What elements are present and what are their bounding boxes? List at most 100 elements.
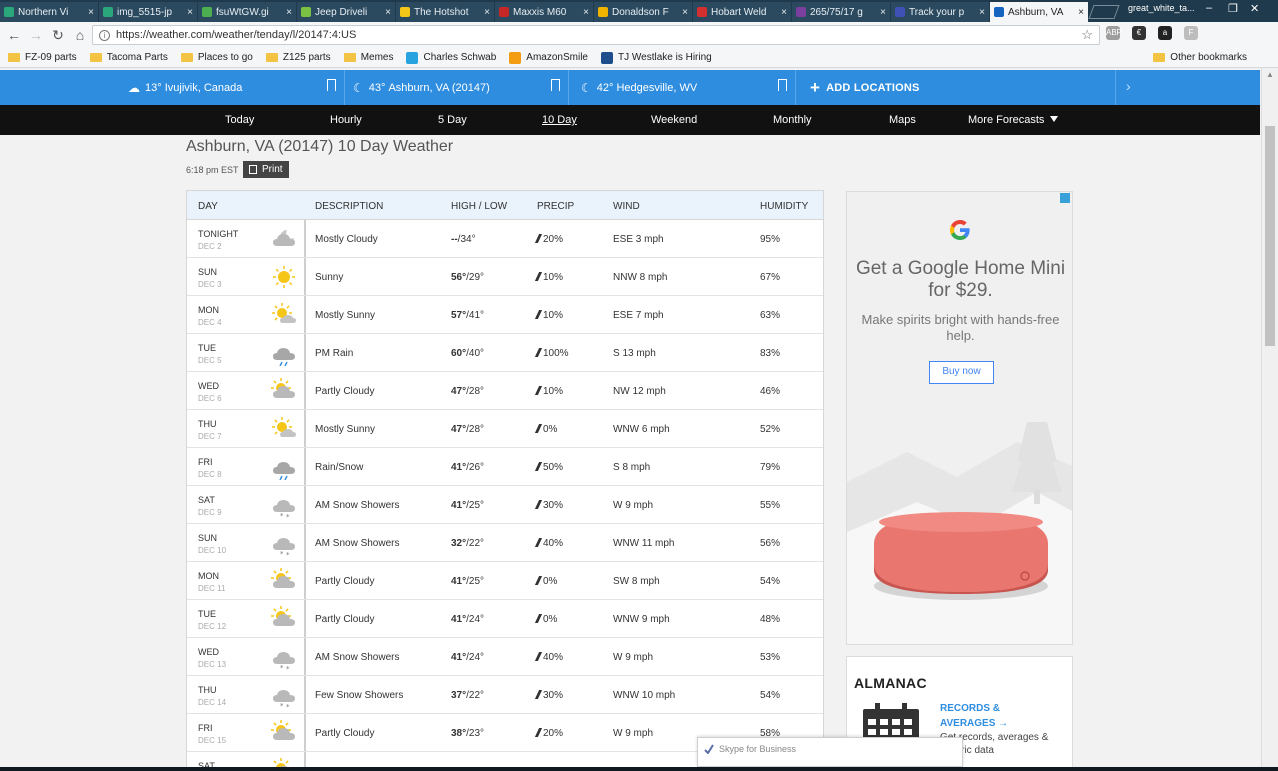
forecast-row[interactable]: MON DEC 4 Mostly Sunny 57°/41° 10% ESE 7 mph 6… [187, 296, 823, 334]
humidity: 79% [760, 462, 781, 473]
bookmark-icon[interactable] [551, 79, 560, 95]
humidity: 52% [760, 424, 781, 435]
forecast-row[interactable]: FRI DEC 8 Rain/Snow 41°/26° 50% S 8 mph 79% [187, 448, 823, 486]
bookmark-star-icon[interactable]: ☆ [1081, 27, 1093, 43]
browser-tab[interactable]: Track your p × [891, 2, 989, 22]
nav-item-5-day[interactable]: 5 Day [438, 114, 467, 126]
reload-button[interactable]: ↻ [47, 27, 69, 44]
browser-tab[interactable]: Maxxis M60 × [495, 2, 593, 22]
folder-icon [343, 53, 356, 62]
extension-icon[interactable]: ABP [1106, 26, 1122, 40]
day-date: DEC 8 [198, 470, 222, 479]
bookmark-item[interactable]: Z125 parts [265, 52, 331, 63]
info-icon[interactable]: i [99, 29, 110, 41]
partly-cloudy-icon [271, 720, 295, 740]
close-tab-icon[interactable]: × [880, 7, 886, 18]
forecast-row[interactable]: THU DEC 7 Mostly Sunny 47°/28° 0% WNW 6 mph 52… [187, 410, 823, 448]
browser-tab[interactable]: The Hotshot × [396, 2, 494, 22]
favicon-icon [103, 7, 113, 17]
extension-icon[interactable]: € [1132, 26, 1146, 40]
back-button[interactable]: ← [3, 27, 25, 43]
browser-tab[interactable]: 265/75/17 g × [792, 2, 890, 22]
forecast-row[interactable]: THU DEC 14 * * Few Snow Showers 37°/22° 30% WNW… [187, 676, 823, 714]
close-tab-icon[interactable]: × [484, 7, 490, 18]
records-averages-link[interactable]: RECORDS & AVERAGES → [940, 701, 1030, 731]
location-ivujivik[interactable]: ☁ 13° Ivujivik, Canada [0, 70, 345, 105]
forecast-row[interactable]: SUN DEC 10 * * AM Snow Showers 32°/22° 40% WNW … [187, 524, 823, 562]
bookmark-icon[interactable] [327, 79, 336, 95]
close-tab-icon[interactable]: × [385, 7, 391, 18]
close-tab-icon[interactable]: × [88, 7, 94, 18]
ad-subtext: Make spirits bright with hands-free help… [861, 312, 1060, 343]
location-hedgesville[interactable]: ☾ 42° Hedgesville, WV [569, 70, 796, 105]
bookmark-icon[interactable] [778, 79, 787, 95]
nav-item-monthly[interactable]: Monthly [773, 114, 812, 126]
bookmark-item[interactable]: Charles Schwab [406, 51, 496, 64]
add-locations-button[interactable]: + ADD LOCATIONS [796, 70, 1116, 105]
nav-item-hourly[interactable]: Hourly [330, 114, 362, 126]
forecast-row[interactable]: WED DEC 13 * * AM Snow Showers 41°/24° 40% W 9 … [187, 638, 823, 676]
location-ashburn[interactable]: ☾ 43° Ashburn, VA (20147) [345, 70, 569, 105]
browser-tab[interactable]: Hobart Weld × [693, 2, 791, 22]
forecast-row[interactable]: TUE DEC 5 PM Rain 60°/40° 100% S 13 mph 83% [187, 334, 823, 372]
other-bookmarks[interactable]: Other bookmarks [1153, 52, 1247, 63]
forecast-row[interactable]: SUN DEC 3 Sunny 56°/29° 10% NNW 8 mph 67% [187, 258, 823, 296]
close-tab-icon[interactable]: × [583, 7, 589, 18]
close-window-button[interactable]: ✕ [1250, 2, 1259, 15]
nav-item-today[interactable]: Today [225, 114, 254, 126]
google-home-mini-ad[interactable]: Get a Google Home Mini for $29. Make spi… [846, 191, 1073, 645]
new-tab-button[interactable] [1088, 5, 1120, 19]
favicon-icon [400, 7, 410, 17]
browser-tab[interactable]: img_5515-jp × [99, 2, 197, 22]
scroll-thumb[interactable] [1265, 126, 1275, 346]
precip-value: 40% [543, 652, 564, 663]
extension-icon[interactable]: a [1158, 26, 1172, 40]
forecast-row[interactable]: SAT DEC 9 * * AM Snow Showers 41°/25° 30% W 9 m… [187, 486, 823, 524]
close-tab-icon[interactable]: × [781, 7, 787, 18]
bookmark-item[interactable]: TJ Westlake is Hiring [601, 51, 712, 64]
nav-item-label: Today [225, 114, 255, 126]
minimize-button[interactable]: – [1206, 2, 1212, 14]
close-tab-icon[interactable]: × [286, 7, 292, 18]
close-tab-icon[interactable]: × [187, 7, 193, 18]
forecast-row[interactable]: WED DEC 6 Partly Cloudy 47°/28° 10% NW 12 mph… [187, 372, 823, 410]
bookmark-item[interactable]: Memes [343, 52, 393, 63]
nav-item-weekend[interactable]: Weekend [651, 114, 697, 126]
bookmark-item[interactable]: AmazonSmile [509, 51, 588, 64]
forecast-row[interactable]: MON DEC 11 Partly Cloudy 41°/25° 0% SW 8 mph 5… [187, 562, 823, 600]
locations-next-button[interactable]: › [1115, 70, 1260, 105]
svg-text:*: * [286, 665, 290, 670]
forecast-row[interactable]: TONIGHT DEC 2 Mostly Cloudy --/34° 20% ESE 3 … [187, 220, 823, 258]
vertical-scrollbar[interactable]: ▲ [1261, 68, 1278, 771]
close-tab-icon[interactable]: × [979, 7, 985, 18]
profile-name[interactable]: great_white_ta... [1128, 3, 1195, 13]
low-temp: 34° [460, 234, 476, 245]
restore-button[interactable]: ❐ [1228, 2, 1238, 15]
bookmark-item[interactable]: Places to go [180, 52, 253, 63]
browser-tab[interactable]: Donaldson F × [594, 2, 692, 22]
tab-label: Track your p [909, 6, 965, 18]
skype-for-business-notification[interactable]: Skype for Business [697, 737, 963, 767]
humidity: 67% [760, 272, 781, 283]
precip: 100% [534, 348, 569, 359]
bookmark-item[interactable]: Tacoma Parts [89, 52, 168, 63]
browser-tab[interactable]: Ashburn, VA × [990, 2, 1088, 22]
nav-item-more-forecasts[interactable]: More Forecasts [968, 114, 1059, 126]
browser-tab[interactable]: Jeep Driveli × [297, 2, 395, 22]
nav-item-maps[interactable]: Maps [889, 114, 916, 126]
extension-icon[interactable]: F [1184, 26, 1198, 40]
close-tab-icon[interactable]: × [1078, 7, 1084, 18]
nav-item-10-day[interactable]: 10 Day [542, 114, 577, 126]
url-input[interactable]: i https://weather.com/weather/tenday/l/2… [92, 25, 1100, 45]
buy-now-button[interactable]: Buy now [929, 361, 994, 384]
browser-tab[interactable]: Northern Vi × [0, 2, 98, 22]
forward-button[interactable]: → [25, 27, 47, 43]
forecast-row[interactable]: TUE DEC 12 Partly Cloudy 41°/24° 0% WNW 9 mph… [187, 600, 823, 638]
browser-tab[interactable]: fsuWtGW.gi × [198, 2, 296, 22]
print-button[interactable]: Print [243, 161, 289, 178]
home-button[interactable]: ⌂ [69, 27, 91, 43]
close-tab-icon[interactable]: × [682, 7, 688, 18]
adchoices-icon[interactable] [1060, 193, 1070, 203]
scroll-up-icon[interactable]: ▲ [1262, 68, 1278, 82]
bookmark-item[interactable]: FZ-09 parts [8, 52, 77, 63]
